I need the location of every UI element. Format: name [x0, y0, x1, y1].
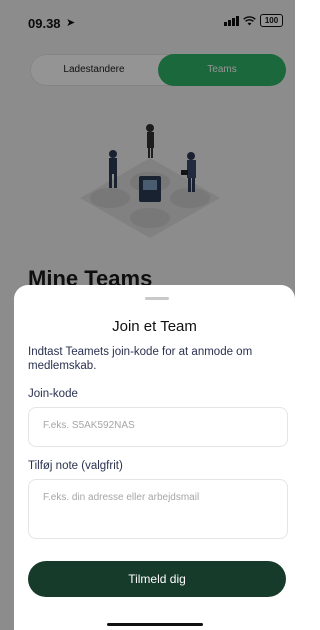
sheet-grabber[interactable]	[145, 297, 169, 300]
submit-button[interactable]: Tilmeld dig	[28, 561, 286, 597]
join-team-sheet: Join et Team Indtast Teamets join-kode f…	[14, 285, 295, 630]
note-input[interactable]: F.eks. din adresse eller arbejdsmail	[28, 479, 288, 539]
sheet-description: Indtast Teamets join-kode for at anmode …	[28, 346, 253, 372]
note-label: Tilføj note (valgfrit)	[28, 460, 123, 472]
join-code-placeholder: F.eks. S5AK592NAS	[43, 420, 135, 431]
home-indicator	[107, 623, 203, 626]
join-code-input[interactable]: F.eks. S5AK592NAS	[28, 407, 288, 447]
join-code-label: Join-kode	[28, 388, 78, 400]
note-placeholder: F.eks. din adresse eller arbejdsmail	[43, 492, 200, 503]
sheet-title: Join et Team	[112, 318, 197, 335]
